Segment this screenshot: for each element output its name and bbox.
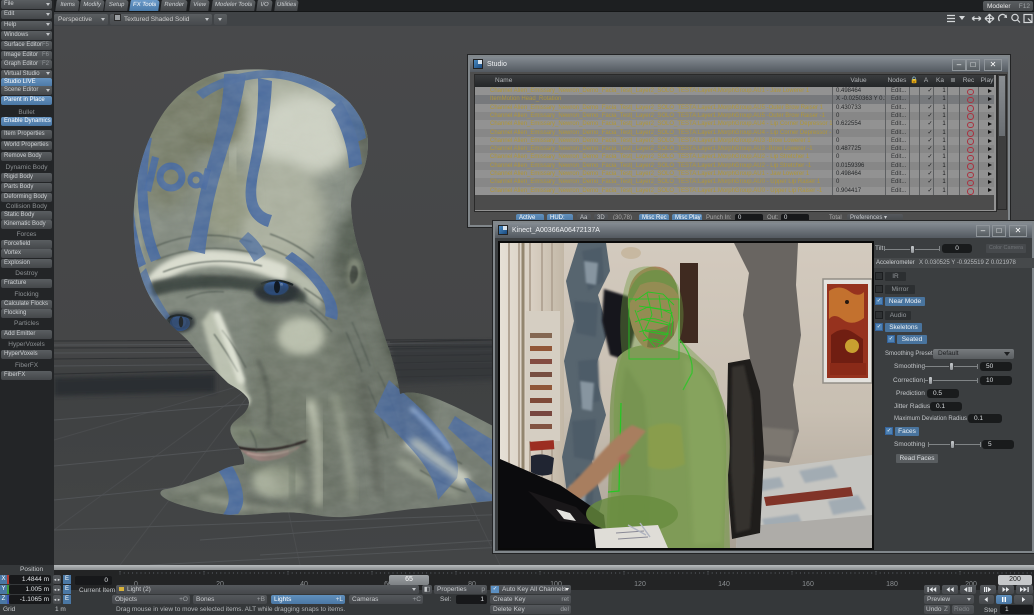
svg-text:120: 120 — [634, 581, 646, 588]
svg-text:140: 140 — [718, 581, 730, 588]
svg-text:160: 160 — [802, 581, 814, 588]
svg-text:180: 180 — [886, 581, 898, 588]
